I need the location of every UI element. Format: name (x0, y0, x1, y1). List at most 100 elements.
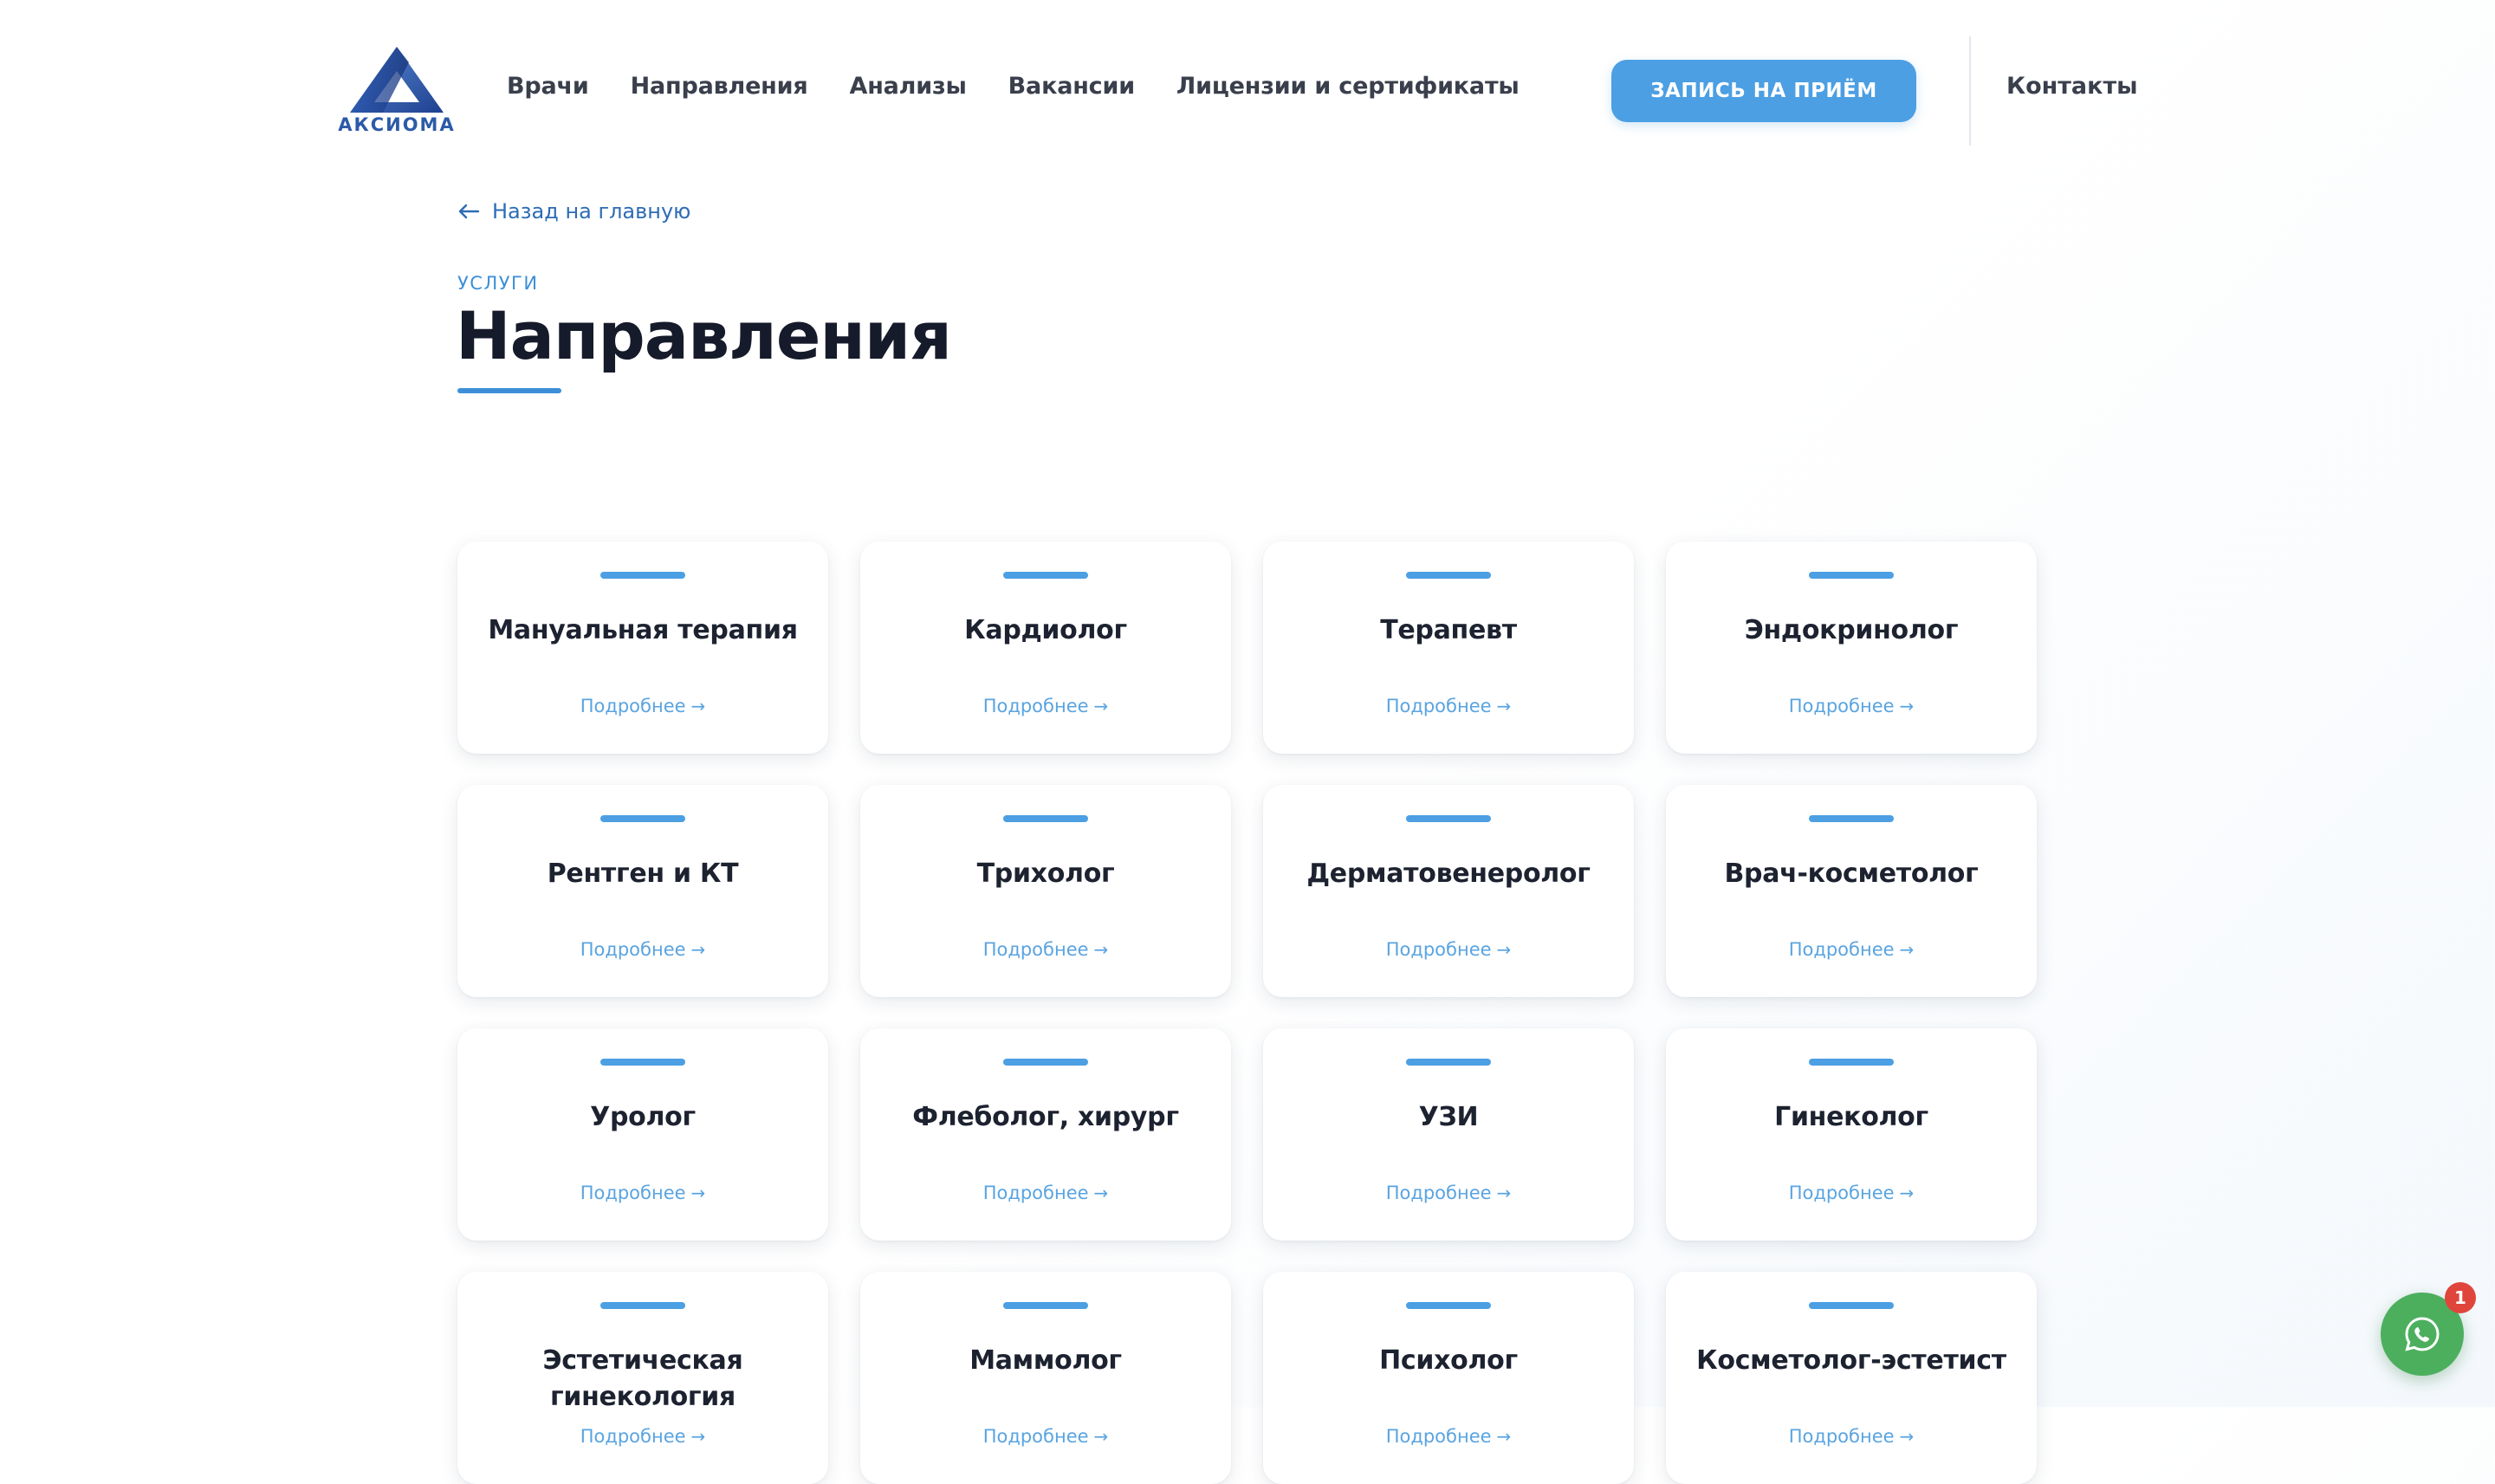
arrow-right-icon: → (690, 1426, 706, 1447)
title-underline (457, 388, 561, 393)
directions-grid: Мануальная терапия Подробнее → Кардиолог … (457, 541, 2038, 1484)
page-title: Направления (456, 297, 952, 374)
nav-item-analyses[interactable]: Анализы (850, 73, 967, 100)
logo[interactable]: АКСИОМА (336, 45, 457, 140)
card-accent-bar (1003, 1302, 1088, 1309)
direction-card[interactable]: Кардиолог Подробнее → (860, 541, 1231, 754)
card-more-link[interactable]: Подробнее → (1263, 1183, 1634, 1203)
nav-item-vacancies[interactable]: Вакансии (1008, 73, 1135, 100)
card-title: Мануальная терапия (488, 615, 798, 645)
direction-card[interactable]: Косметолог-эстетист Подробнее → (1666, 1272, 2037, 1484)
card-more-label: Подробнее (982, 1426, 1089, 1447)
arrow-right-icon: → (1496, 1426, 1512, 1447)
nav-item-directions[interactable]: Направления (631, 73, 808, 100)
card-more-link[interactable]: Подробнее → (1263, 1426, 1634, 1447)
card-more-label: Подробнее (1385, 1183, 1492, 1203)
card-more-link[interactable]: Подробнее → (860, 696, 1231, 716)
direction-card[interactable]: Гинеколог Подробнее → (1666, 1028, 2037, 1241)
card-more-link[interactable]: Подробнее → (457, 939, 828, 960)
nav-item-doctors[interactable]: Врачи (507, 73, 589, 100)
card-accent-bar (1003, 1059, 1088, 1066)
card-title: Кардиолог (964, 615, 1127, 645)
direction-card[interactable]: Терапевт Подробнее → (1263, 541, 1634, 754)
direction-card[interactable]: Психолог Подробнее → (1263, 1272, 1634, 1484)
section-eyebrow: УСЛУГИ (457, 273, 539, 294)
card-more-label: Подробнее (580, 939, 686, 960)
card-more-link[interactable]: Подробнее → (457, 1426, 828, 1447)
arrow-left-icon (458, 204, 480, 219)
whatsapp-icon (2405, 1317, 2440, 1351)
logo-triangle-icon (350, 47, 444, 113)
card-more-link[interactable]: Подробнее → (1666, 1183, 2037, 1203)
card-more-label: Подробнее (1788, 1426, 1895, 1447)
card-more-link[interactable]: Подробнее → (860, 1183, 1231, 1203)
card-more-link[interactable]: Подробнее → (860, 1426, 1231, 1447)
card-more-link[interactable]: Подробнее → (1666, 1426, 2037, 1447)
card-more-label: Подробнее (1788, 1183, 1895, 1203)
arrow-right-icon: → (1093, 696, 1109, 716)
card-title: Рентген и КТ (547, 859, 739, 889)
card-more-label: Подробнее (1788, 939, 1895, 960)
card-title: Эндокринолог (1744, 615, 1959, 645)
card-title: Трихолог (976, 859, 1115, 889)
direction-card[interactable]: Врач-косметолог Подробнее → (1666, 785, 2037, 997)
card-accent-bar (1406, 815, 1491, 822)
appointment-button[interactable]: ЗАПИСЬ НА ПРИЁМ (1611, 60, 1916, 122)
arrow-right-icon: → (1093, 939, 1109, 960)
direction-card[interactable]: Трихолог Подробнее → (860, 785, 1231, 997)
card-accent-bar (1809, 1302, 1894, 1309)
card-title: Гинеколог (1774, 1102, 1928, 1132)
card-accent-bar (1406, 572, 1491, 579)
card-more-link[interactable]: Подробнее → (860, 939, 1231, 960)
direction-card[interactable]: Дерматовенеролог Подробнее → (1263, 785, 1634, 997)
card-title: Уролог (590, 1102, 696, 1132)
arrow-right-icon: → (1899, 1183, 1915, 1203)
card-title: Косметолог-эстетист (1696, 1345, 2006, 1376)
chat-notification-badge: 1 (2445, 1282, 2476, 1313)
card-title: Флеболог, хирург (912, 1102, 1179, 1132)
back-link-label: Назад на главную (492, 199, 691, 224)
card-more-link[interactable]: Подробнее → (1666, 696, 2037, 716)
card-accent-bar (600, 1059, 685, 1066)
card-more-label: Подробнее (580, 1426, 686, 1447)
arrow-right-icon: → (1496, 939, 1512, 960)
arrow-right-icon: → (1899, 939, 1915, 960)
direction-card[interactable]: Рентген и КТ Подробнее → (457, 785, 828, 997)
card-title: Терапевт (1380, 615, 1517, 645)
direction-card[interactable]: Маммолог Подробнее → (860, 1272, 1231, 1484)
direction-card[interactable]: УЗИ Подробнее → (1263, 1028, 1634, 1241)
site-header: АКСИОМА Врачи Направления Анализы Ваканс… (0, 0, 2495, 182)
arrow-right-icon: → (690, 696, 706, 716)
card-accent-bar (600, 1302, 685, 1309)
card-more-link[interactable]: Подробнее → (457, 1183, 828, 1203)
card-title: Эстетическая гинекология (542, 1345, 743, 1412)
card-title: Дерматовенеролог (1306, 859, 1591, 889)
nav-item-contacts[interactable]: Контакты (2006, 73, 2138, 100)
card-more-label: Подробнее (580, 1183, 686, 1203)
direction-card[interactable]: Флеболог, хирург Подробнее → (860, 1028, 1231, 1241)
direction-card[interactable]: Уролог Подробнее → (457, 1028, 828, 1241)
direction-card[interactable]: Эстетическая гинекология Подробнее → (457, 1272, 828, 1484)
arrow-right-icon: → (1899, 696, 1915, 716)
card-more-label: Подробнее (1385, 939, 1492, 960)
card-accent-bar (1809, 815, 1894, 822)
arrow-right-icon: → (1496, 1183, 1512, 1203)
card-more-link[interactable]: Подробнее → (457, 696, 828, 716)
direction-card[interactable]: Эндокринолог Подробнее → (1666, 541, 2037, 754)
card-more-label: Подробнее (580, 696, 686, 716)
card-accent-bar (600, 815, 685, 822)
card-more-link[interactable]: Подробнее → (1666, 939, 2037, 960)
card-accent-bar (1809, 572, 1894, 579)
nav-item-licenses[interactable]: Лицензии и сертификаты (1176, 73, 1520, 100)
arrow-right-icon: → (1899, 1426, 1915, 1447)
arrow-right-icon: → (1093, 1183, 1109, 1203)
card-more-link[interactable]: Подробнее → (1263, 696, 1634, 716)
back-to-home-link[interactable]: Назад на главную (457, 199, 690, 224)
card-more-label: Подробнее (982, 939, 1089, 960)
card-more-link[interactable]: Подробнее → (1263, 939, 1634, 960)
direction-card[interactable]: Мануальная терапия Подробнее → (457, 541, 828, 754)
card-more-label: Подробнее (1385, 1426, 1492, 1447)
card-more-label: Подробнее (1788, 696, 1895, 716)
logo-text: АКСИОМА (338, 114, 456, 135)
header-divider (1969, 36, 1971, 146)
